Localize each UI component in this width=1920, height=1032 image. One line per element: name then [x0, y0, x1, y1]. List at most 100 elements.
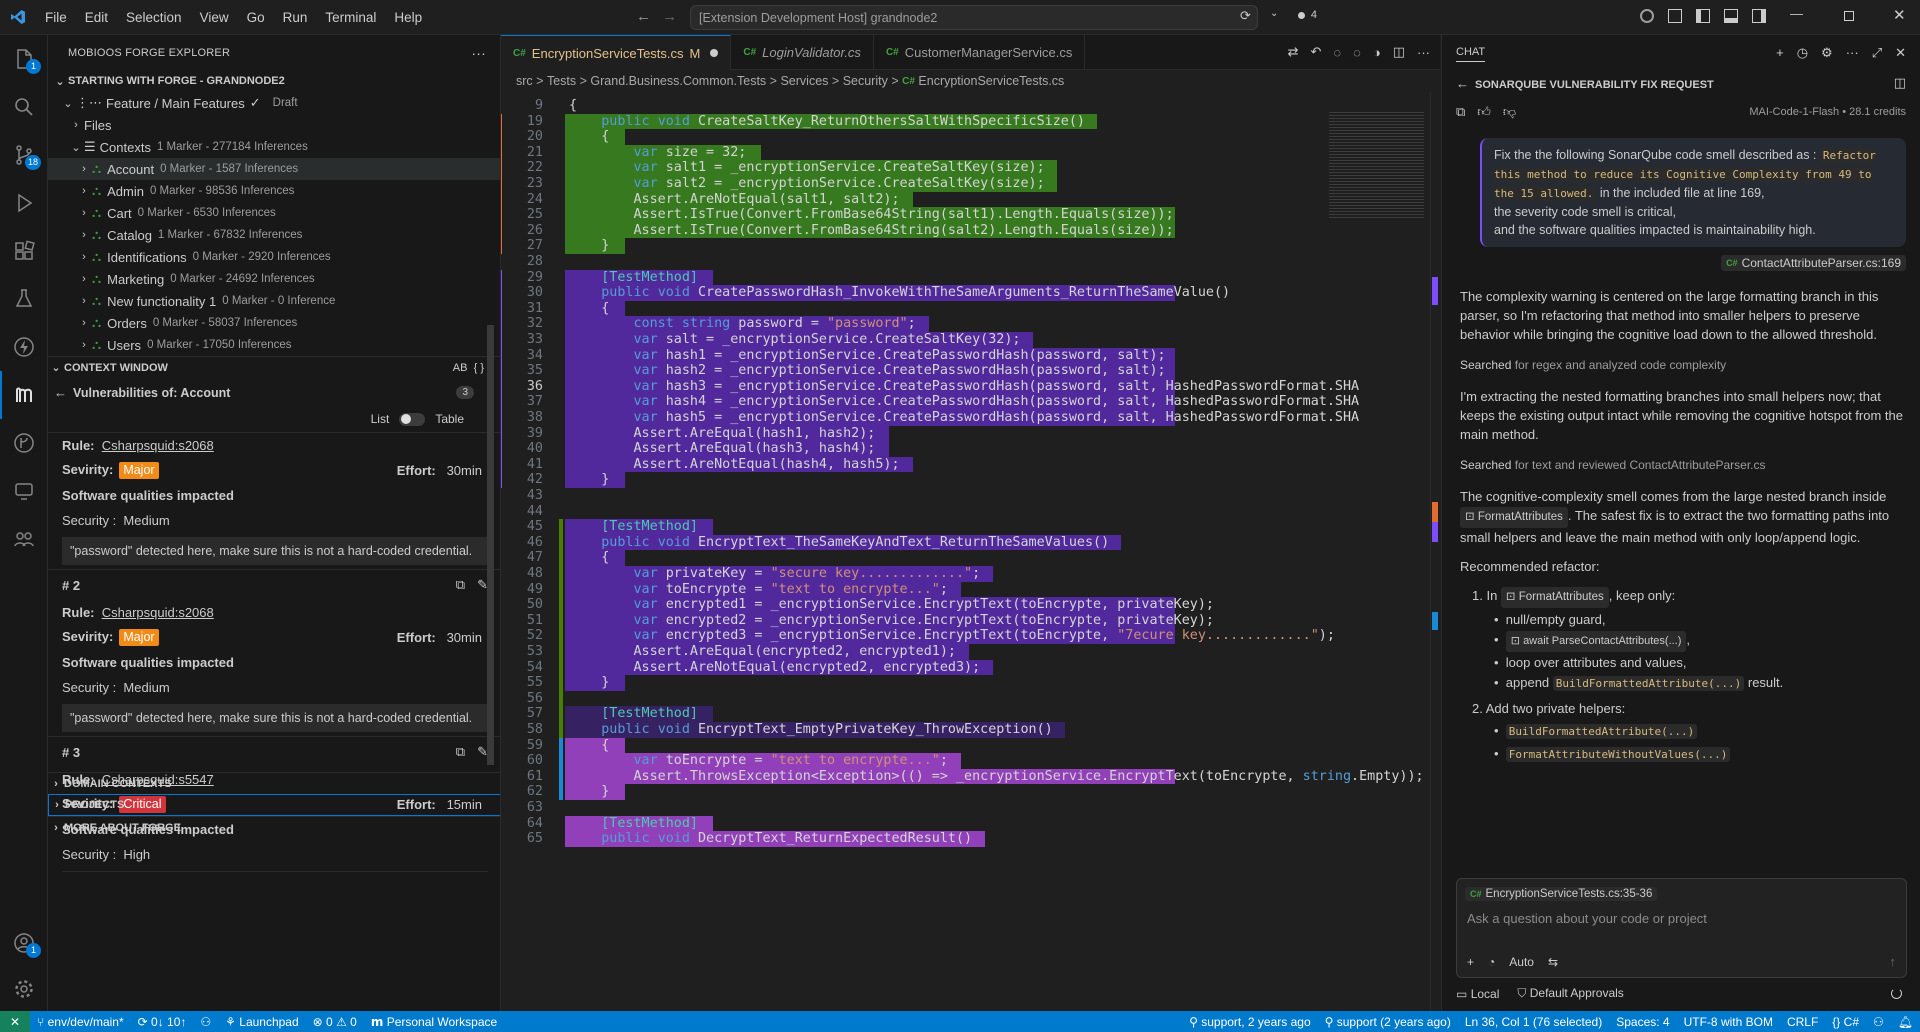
tab-login-validator[interactable]: C# LoginValidator.cs: [731, 35, 874, 70]
context-item-identifications[interactable]: › ⛬ Identifications 0 Marker - 2920 Inferen…: [48, 246, 500, 268]
tools-icon[interactable]: ⇆: [1548, 955, 1558, 969]
context-window-header[interactable]: ⌄ CONTEXT WINDOW AB { }: [48, 356, 500, 378]
add-context-icon[interactable]: +: [1467, 955, 1474, 969]
thumbs-up-icon[interactable]: 👍︎: [1477, 104, 1491, 120]
code-line[interactable]: 37 var hash4 = _encryptionService.Create…: [501, 394, 1376, 410]
code-line[interactable]: 22 var salt1 = _encryptionService.Create…: [501, 160, 1376, 176]
code-line[interactable]: 29 [TestMethod]: [501, 269, 1376, 286]
git-graph-icon[interactable]: [0, 419, 48, 467]
code-line[interactable]: 28: [501, 254, 1376, 270]
code-line[interactable]: 48 var privateKey = "secure key.........…: [501, 566, 1376, 582]
code-line[interactable]: 40 Assert.AreEqual(hash3, hash4);: [501, 441, 1376, 457]
context-item-users[interactable]: › ⛬ Users 0 Marker - 17050 Inferences: [48, 334, 500, 356]
code-line[interactable]: 64 [TestMethod]: [501, 815, 1376, 832]
problems-indicator[interactable]: ⊗ 0 ⚠ 0: [306, 1011, 364, 1032]
code-line[interactable]: 51 var encrypted2 = _encryptionService.E…: [501, 612, 1376, 629]
settings-gear-icon[interactable]: ⚙: [1821, 45, 1833, 61]
new-window-icon[interactable]: ◫: [1894, 75, 1906, 91]
source-control-icon[interactable]: 18: [0, 131, 48, 179]
code-line[interactable]: 57 [TestMethod]: [501, 706, 1376, 722]
code-line[interactable]: 24 Assert.AreNotEqual(salt1, salt2);: [501, 191, 1376, 208]
tab-encryption-service-tests[interactable]: C# EncryptionServiceTests.cs M: [501, 35, 732, 70]
tab-customer-manager-service[interactable]: C# CustomerManagerService.cs: [874, 35, 1086, 70]
file-reference-chip[interactable]: C# ContactAttributeParser.cs:169: [1721, 255, 1906, 271]
ab-toggle[interactable]: AB: [453, 362, 468, 374]
copy-icon[interactable]: ⧉: [1456, 104, 1465, 120]
code-line[interactable]: 46 public void EncryptText_TheSameKeyAnd…: [501, 534, 1376, 551]
feature-row[interactable]: ⌄ ⋮⋯ Feature / Main Features ✓ Draft: [48, 92, 500, 114]
code-line[interactable]: 59 {: [501, 737, 1376, 754]
menu-view[interactable]: View: [191, 0, 238, 35]
toggle-secondary-sidebar-icon[interactable]: [1752, 9, 1766, 23]
end-of-line[interactable]: CRLF: [1780, 1011, 1825, 1032]
code-line[interactable]: 62 }: [501, 784, 1376, 800]
customize-layout-icon[interactable]: [1668, 9, 1682, 23]
chat-tab[interactable]: CHAT: [1456, 43, 1486, 62]
braces-toggle[interactable]: { }: [474, 362, 484, 374]
code-line[interactable]: 58 public void EncryptText_EmptyPrivateK…: [501, 722, 1376, 738]
manage-gear-icon[interactable]: [0, 965, 48, 1013]
code-line[interactable]: 61 Assert.ThrowsException<Exception>(() …: [501, 768, 1424, 785]
accounts-status-icon[interactable]: ⚇: [193, 1011, 218, 1032]
agents-icon[interactable]: [0, 515, 48, 563]
toggle-panel-icon[interactable]: [1724, 9, 1738, 23]
more-actions-icon[interactable]: ···: [1846, 45, 1859, 61]
menu-help[interactable]: Help: [385, 0, 431, 35]
menu-file[interactable]: File: [36, 0, 76, 35]
prev-change-icon[interactable]: ◌: [1333, 45, 1341, 60]
minimap[interactable]: [1329, 110, 1424, 220]
testing-flask-icon[interactable]: [0, 275, 48, 323]
code-line[interactable]: 50 var encrypted1 = _encryptionService.E…: [501, 597, 1376, 613]
branch-indicator[interactable]: ⑂ env/dev/main*: [30, 1011, 131, 1032]
symbol-chip[interactable]: ⊡ await ParseContactAttributes(...): [1505, 631, 1687, 652]
local-target[interactable]: ▭ Local: [1456, 987, 1499, 1001]
code-line[interactable]: 55 }: [501, 675, 1376, 691]
explorer-root[interactable]: ⌄ STARTING WITH FORGE - GRANDNODE2: [48, 70, 500, 92]
restore-icon[interactable]: [1844, 11, 1854, 21]
search-icon[interactable]: [0, 83, 48, 131]
mode-select[interactable]: Auto: [1509, 955, 1534, 969]
extensions-icon[interactable]: [0, 227, 48, 275]
more-actions-icon[interactable]: ···: [471, 45, 486, 61]
copilot-status-icon[interactable]: ⚇: [1866, 1011, 1891, 1032]
code-line[interactable]: 44: [501, 504, 1376, 520]
launchpad[interactable]: ⚘ Launchpad: [218, 1011, 305, 1032]
scrollbar-thumb[interactable]: [487, 325, 494, 765]
symbol-chip[interactable]: ⊡ FormatAttributes: [1460, 507, 1568, 528]
menu-edit[interactable]: Edit: [76, 0, 117, 35]
copilot-icon[interactable]: ⟳: [1240, 8, 1251, 24]
section-more-about-forge[interactable]: › MORE ABOUT FORGE: [48, 816, 500, 838]
context-item-orders[interactable]: › ⛬ Orders 0 Marker - 58037 Inferences: [48, 312, 500, 334]
run-debug-icon[interactable]: [0, 179, 48, 227]
split-editor-icon[interactable]: ◫: [1393, 44, 1405, 60]
code-line[interactable]: 32 const string password = "password";: [501, 316, 1376, 332]
section-domain-contexts[interactable]: › DOMAIN CONTEXTS: [48, 772, 500, 794]
cursor-position[interactable]: Ln 36, Col 1 (76 selected): [1458, 1011, 1609, 1032]
menu-go[interactable]: Go: [238, 0, 274, 35]
command-center[interactable]: [Extension Development Host] grandnode2 …: [690, 5, 1317, 30]
context-item-new-functionality-1[interactable]: › ⛬ New functionality 1 0 Marker - 0 Infere…: [48, 290, 500, 312]
breadcrumb-security[interactable]: Security: [843, 74, 888, 88]
sync-indicator[interactable]: ⟳ 0↓ 10↑: [131, 1011, 194, 1032]
code-line[interactable]: 26 Assert.IsTrue(Convert.FromBase64Strin…: [501, 222, 1376, 239]
menu-terminal[interactable]: Terminal: [316, 0, 385, 35]
rule-link[interactable]: Csharpsquid:s2068: [102, 438, 214, 453]
approvals-select[interactable]: ⛉ Default Approvals: [1517, 986, 1623, 1001]
chevron-down-icon[interactable]: ⌄: [1270, 8, 1278, 19]
new-chat-icon[interactable]: +: [1776, 45, 1784, 61]
lightning-icon[interactable]: [0, 323, 48, 371]
code-line[interactable]: 63: [501, 800, 1376, 816]
code-line[interactable]: 21 var size = 32;: [501, 144, 1376, 161]
thumbs-down-icon[interactable]: 👎︎: [1503, 104, 1516, 120]
code-line[interactable]: 54 Assert.AreNotEqual(encrypted2, encryp…: [501, 659, 1376, 676]
next-change-icon[interactable]: ◌: [1353, 45, 1361, 60]
back-arrow-icon[interactable]: ←: [1456, 76, 1469, 91]
encoding[interactable]: UTF-8 with BOM: [1677, 1011, 1780, 1032]
accounts-icon[interactable]: 1: [0, 919, 48, 967]
code-line[interactable]: 27 }: [501, 238, 1376, 254]
close-icon[interactable]: ✕: [1895, 45, 1906, 61]
code-line[interactable]: 42 }: [501, 472, 1376, 488]
remote-explorer-icon[interactable]: [0, 467, 48, 515]
context-item-account[interactable]: › ⛬ Account 0 Marker - 1587 Inferences: [48, 158, 500, 180]
breadcrumb-services[interactable]: Services: [780, 74, 828, 88]
